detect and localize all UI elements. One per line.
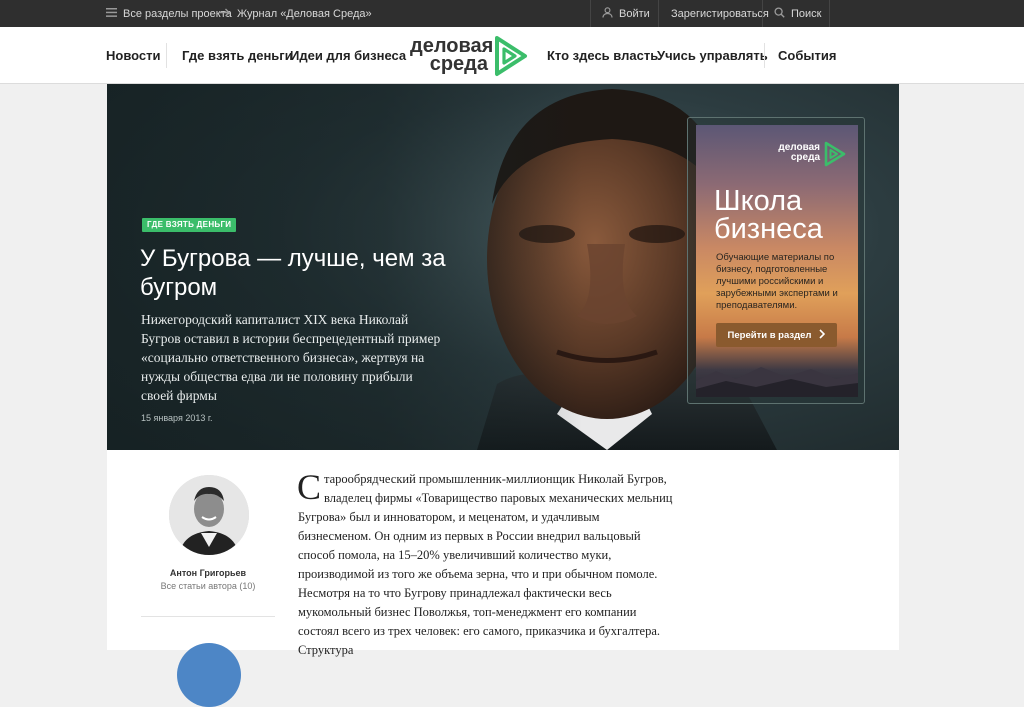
register-link[interactable]: Зарегистироваться: [671, 0, 769, 27]
topbar-divider: [762, 0, 763, 27]
hero-title[interactable]: У Бугрова — лучше, чем за бугром: [140, 244, 450, 302]
nav-item-ideas[interactable]: Идеи для бизнеса: [290, 27, 406, 84]
ad-title-line-1: Школа: [714, 185, 803, 217]
topbar-divider: [590, 0, 591, 27]
journal-label: Журнал «Деловая Среда»: [237, 7, 372, 20]
nav-divider: [764, 43, 765, 68]
topbar-divider: [658, 0, 659, 27]
ad-description: Обучающие материалы по бизнесу, подготов…: [716, 252, 838, 311]
menu-icon: [106, 7, 117, 20]
drop-cap: С: [297, 467, 322, 507]
top-bar: Все разделы проекта Журнал «Деловая Сред…: [0, 0, 1024, 27]
nav-item-learn[interactable]: Учись управлять: [657, 27, 768, 84]
nav-item-events[interactable]: События: [778, 27, 836, 84]
search-icon: [774, 6, 785, 21]
search-label: Поиск: [791, 7, 822, 20]
mountains-image: [696, 367, 858, 397]
business-school-ad[interactable]: деловая среда Школа бизнеса Обучающие ма…: [687, 117, 865, 404]
register-label: Зарегистироваться: [671, 7, 769, 20]
all-sections-label: Все разделы проекта: [123, 7, 232, 20]
hero-date: 15 января 2013 г.: [141, 413, 213, 423]
login-link[interactable]: Войти: [602, 0, 650, 27]
ad-title-line-2: бизнеса: [714, 213, 823, 245]
nav-divider: [166, 43, 167, 68]
play-triangle-icon: [824, 141, 846, 167]
hero-banner[interactable]: ГДЕ ВЗЯТЬ ДЕНЬГИ У Бугрова — лучше, чем …: [107, 84, 899, 450]
author-articles-link[interactable]: Все статьи автора (10): [141, 581, 275, 591]
site-logo[interactable]: деловая среда: [410, 35, 530, 77]
article-content: Антон Григорьев Все статьи автора (10) С…: [107, 450, 899, 707]
ad-banner: деловая среда Школа бизнеса Обучающие ма…: [696, 125, 858, 397]
hero-lead: Нижегородский капиталист XIX века Никола…: [141, 312, 441, 403]
author-avatar[interactable]: [169, 475, 249, 555]
chevron-right-icon: [819, 328, 826, 342]
all-sections-link[interactable]: Все разделы проекта: [106, 0, 232, 27]
go-to-section-button[interactable]: Перейти в раздел: [716, 323, 837, 347]
nav-item-news[interactable]: Новости: [106, 27, 161, 84]
ad-logo: деловая среда: [768, 141, 848, 171]
login-label: Войти: [619, 7, 650, 20]
journal-link[interactable]: Журнал «Деловая Среда»: [219, 0, 372, 27]
arrow-right-icon: [219, 8, 231, 20]
topbar-divider: [829, 0, 830, 27]
logo-line-2: среда: [429, 53, 488, 75]
play-triangle-icon: [495, 36, 527, 76]
nav-item-money[interactable]: Где взять деньги: [182, 27, 293, 84]
pie-chart-image: [177, 643, 241, 707]
ad-logo-line-2: среда: [790, 152, 820, 163]
nav-item-power[interactable]: Кто здесь власть: [547, 27, 658, 84]
ad-title: Школа бизнеса: [714, 185, 823, 245]
search-link[interactable]: Поиск: [774, 0, 821, 27]
user-icon: [602, 6, 613, 21]
author-name[interactable]: Антон Григорьев: [141, 568, 275, 578]
go-to-section-label: Перейти в раздел: [727, 329, 812, 341]
sidebar-divider: [141, 616, 275, 617]
main-nav: Новости Где взять деньги Идеи для бизнес…: [0, 27, 1024, 84]
logo-wordmark: деловая среда: [410, 36, 493, 75]
article-text: тарообрядческий промышленник-миллионщик …: [298, 472, 673, 657]
article-body: Старообрядческий промышленник-миллионщик…: [297, 467, 673, 660]
category-tag[interactable]: ГДЕ ВЗЯТЬ ДЕНЬГИ: [142, 218, 237, 232]
